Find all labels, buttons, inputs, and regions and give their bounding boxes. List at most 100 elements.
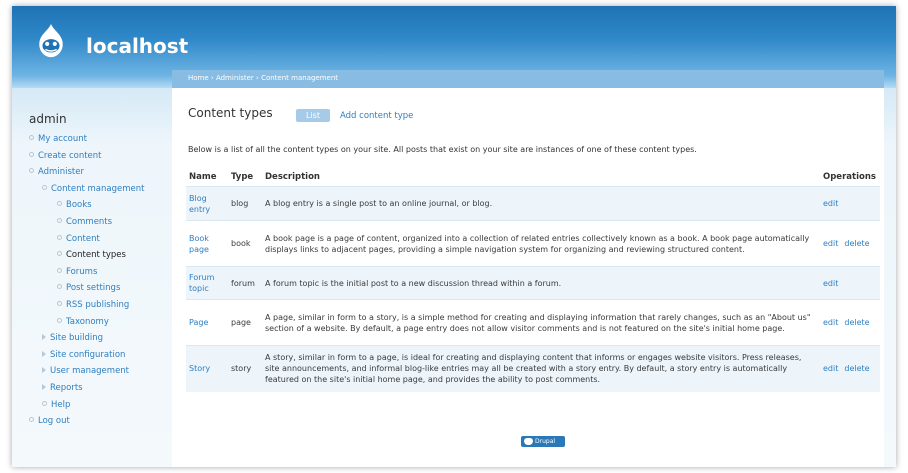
sidebar-item[interactable]: Books (57, 200, 92, 210)
sidebar-item-label: Help (51, 399, 71, 410)
bullet-icon (57, 267, 62, 273)
sidebar-item[interactable]: Site configuration (42, 350, 125, 360)
bullet-icon (57, 317, 62, 323)
bullet-icon (42, 184, 47, 190)
drupal-logo-icon[interactable] (32, 22, 70, 60)
column-header-description: Description (265, 172, 320, 182)
delete-link[interactable]: delete (844, 239, 869, 248)
table-header-row: Name Type Description Operations (186, 168, 880, 187)
type-description-cell: A blog entry is a single post to an onli… (262, 186, 820, 221)
sidebar-item[interactable]: User management (42, 366, 129, 376)
sidebar-item[interactable]: Administer (29, 167, 84, 177)
sidebar-item[interactable]: Site building (42, 333, 103, 343)
sidebar-item[interactable]: Help (42, 400, 70, 410)
table-row: Book page book A book page is a page of co… (186, 220, 880, 267)
sidebar-title: admin (29, 112, 67, 126)
sidebar-item-label: Content management (51, 183, 145, 194)
type-machine-name-cell: book (228, 220, 262, 267)
browser-frame: localhost admin My account Create content… (12, 6, 896, 467)
content-types-table: Name Type Description Operations Blog en… (186, 168, 880, 392)
type-name-link[interactable]: Book page (189, 234, 209, 254)
breadcrumb-content-management[interactable]: Content management (261, 74, 338, 82)
operations-cell: edit (820, 186, 880, 221)
collapsed-arrow-icon (42, 350, 46, 357)
edit-link[interactable]: edit (823, 318, 838, 327)
sidebar: admin My account Create content Administer… (12, 88, 172, 467)
type-machine-name-cell: story (228, 345, 262, 392)
column-header-name: Name (189, 172, 217, 182)
type-name-link-cell: Forum topic (186, 266, 228, 300)
tab-add-content-type[interactable]: Add content type (340, 111, 413, 121)
sidebar-item-label: RSS publishing (66, 300, 130, 310)
bullet-icon (29, 135, 34, 140)
type-description-cell: A story, similar in form to a page, is i… (262, 345, 820, 392)
tab-list[interactable]: List (296, 109, 330, 122)
collapsed-arrow-icon (42, 384, 46, 390)
bullet-icon (57, 284, 62, 290)
sidebar-item[interactable]: Comments (57, 217, 112, 227)
sidebar-item-label: Site building (50, 333, 104, 344)
operations-cell: edit (820, 266, 880, 300)
sidebar-item-label: Books (66, 200, 92, 211)
intro-text: Below is a list of all the content types… (188, 145, 697, 154)
sidebar-item-label: Administer (38, 167, 84, 178)
table-row: Page page A page, similar in form to a sto… (186, 299, 880, 346)
bullet-icon (57, 234, 62, 240)
table-row: Blog entry blog A blog entry is a single p… (186, 186, 880, 221)
edit-link[interactable]: edit (823, 239, 838, 248)
edit-link[interactable]: edit (823, 279, 838, 288)
type-name-link-cell: Story (186, 345, 228, 392)
type-description: A forum topic is the initial post to a n… (265, 278, 562, 288)
sidebar-item[interactable]: Create content (29, 151, 102, 161)
type-machine-name: story (231, 364, 252, 374)
breadcrumb-home[interactable]: Home (188, 74, 209, 82)
powered-by-drupal-badge[interactable]: Drupal (521, 436, 565, 447)
type-name-link-cell: Book page (186, 220, 228, 267)
table-row: Forum topic forum A forum topic is the ini… (186, 266, 880, 300)
bullet-icon (29, 417, 34, 423)
edit-link[interactable]: edit (823, 364, 838, 373)
type-machine-name: page (231, 318, 251, 327)
breadcrumb-separator: › (256, 74, 259, 82)
sidebar-item[interactable]: Taxonomy (57, 317, 109, 327)
sidebar-item[interactable]: Forums (57, 267, 97, 277)
bullet-icon (29, 151, 34, 157)
type-machine-name: book (231, 239, 251, 248)
bullet-icon (29, 168, 34, 174)
sidebar-item-label: Reports (50, 383, 83, 393)
site-name[interactable]: localhost (86, 34, 188, 58)
sidebar-item[interactable]: Content management (42, 184, 144, 194)
type-description-cell: A page, similar in form to a story, is a… (262, 299, 820, 346)
operations-cell: edit delete (820, 220, 880, 267)
sidebar-item[interactable]: Reports (42, 383, 83, 393)
sidebar-item[interactable]: Post settings (57, 283, 120, 293)
sidebar-item[interactable]: My account (29, 134, 87, 144)
operations-cell: edit delete (820, 345, 880, 392)
sidebar-item-label: Post settings (66, 283, 121, 294)
breadcrumb-administer[interactable]: Administer (216, 74, 254, 82)
edit-link[interactable]: edit (823, 199, 838, 208)
type-name-link[interactable]: Blog entry (189, 194, 210, 214)
sidebar-item-label: Taxonomy (66, 316, 109, 327)
type-description-cell: A book page is a page of content, organi… (262, 220, 820, 267)
type-description-cell: A forum topic is the initial post to a n… (262, 266, 820, 300)
type-description: A book page is a page of content, organi… (265, 233, 810, 254)
collapsed-arrow-icon (42, 334, 46, 341)
sidebar-item[interactable]: RSS publishing (57, 300, 129, 310)
bullet-icon (57, 251, 62, 257)
type-name-link-cell: Blog entry (186, 186, 228, 221)
type-name-link[interactable]: Page (189, 318, 208, 327)
sidebar-item[interactable]: Content types (57, 250, 126, 260)
delete-link[interactable]: delete (844, 318, 869, 327)
sidebar-item[interactable]: Content (57, 234, 100, 244)
bullet-icon (42, 400, 47, 406)
page-title: Content types (188, 106, 273, 120)
sidebar-item-label: Comments (66, 217, 113, 227)
sidebar-item-label: Log out (38, 416, 70, 427)
bullet-icon (57, 218, 62, 223)
type-name-link[interactable]: Story (189, 364, 210, 373)
delete-link[interactable]: delete (844, 364, 869, 373)
type-name-link[interactable]: Forum topic (189, 273, 214, 293)
sidebar-item[interactable]: Log out (29, 416, 70, 426)
drupal-drop-icon (524, 438, 533, 445)
